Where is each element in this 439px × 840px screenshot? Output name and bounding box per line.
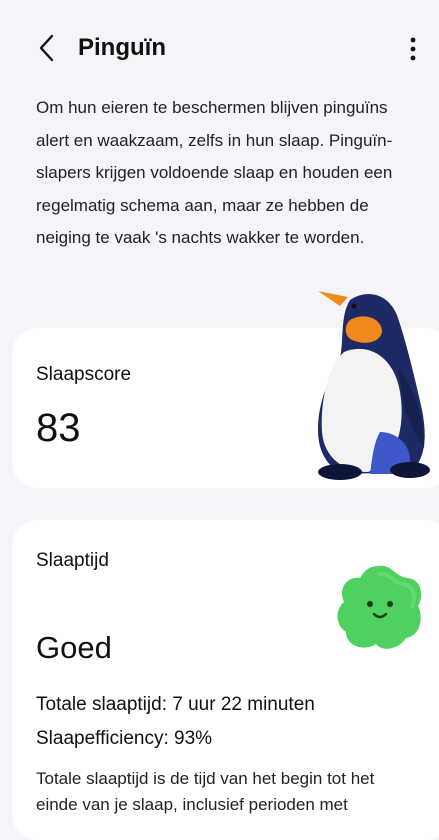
sleep-score-label: Slaapscore <box>36 364 132 385</box>
app-header: Pinguïn <box>0 0 439 96</box>
sleep-score-value: 83 <box>36 406 81 450</box>
green-mascot-illustration <box>337 565 422 649</box>
more-options-button[interactable] <box>398 32 428 66</box>
sleep-efficiency: Slaapefficiency: 93% <box>36 728 213 749</box>
chevron-left-icon <box>39 34 54 62</box>
sleep-time-explanation: Totale slaaptijd is de tijd van het begi… <box>36 769 375 814</box>
sleep-time-label: Slaaptijd <box>36 550 109 571</box>
more-vertical-icon <box>410 37 416 61</box>
sleep-time-rating: Goed <box>36 630 112 665</box>
penguin-illustration <box>318 291 430 480</box>
page-title: Pinguïn <box>78 34 166 61</box>
back-button[interactable] <box>30 30 62 66</box>
total-sleep-time: Totale slaaptijd: 7 uur 22 minuten <box>36 694 315 715</box>
sleep-animal-description: Om hun eieren te beschermen blijven ping… <box>36 98 393 247</box>
